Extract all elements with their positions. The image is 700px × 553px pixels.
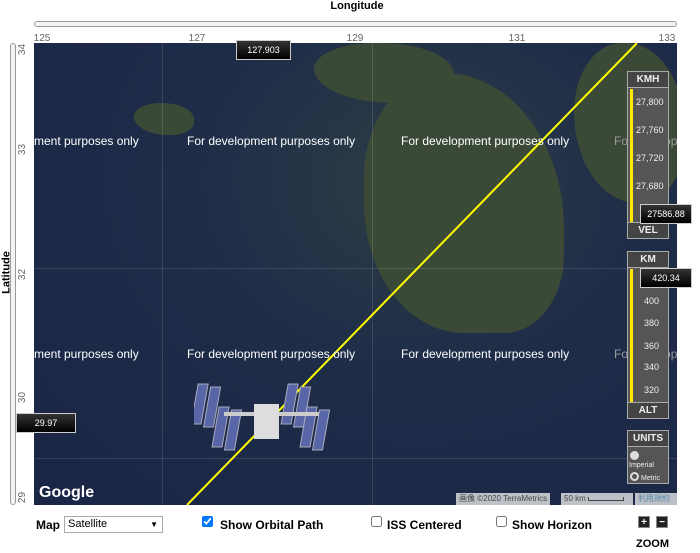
imperial-label: Imperial: [629, 462, 654, 469]
imperial-radio[interactable]: [630, 451, 639, 460]
velocity-pointer: 27586.88: [640, 204, 692, 224]
iss-icon[interactable]: [194, 379, 344, 459]
latitude-tick: 33: [17, 143, 29, 156]
altitude-tick: 380: [644, 318, 660, 328]
show-orbital-path-label: Show Orbital Path: [220, 518, 324, 532]
velocity-label: VEL: [628, 222, 668, 238]
map-type-value: Satellite: [68, 518, 108, 530]
altitude-tick: 340: [644, 362, 660, 372]
latitude-axis-title: Latitude: [0, 251, 13, 294]
metric-label: Metric: [641, 475, 661, 482]
show-horizon-label: Show Horizon: [512, 518, 592, 532]
map-type-select[interactable]: Satellite ▼: [64, 516, 163, 533]
map-type-label: Map: [36, 518, 60, 532]
latitude-tick: 34: [17, 43, 29, 56]
units-title: UNITS: [628, 431, 668, 447]
controls-bar: Map Satellite ▼ Show Orbital Path ISS Cen…: [0, 516, 700, 553]
zoom-out-button[interactable]: −: [656, 516, 668, 528]
altitude-tick: 360: [644, 341, 660, 351]
watermark: For development purposes only: [187, 134, 356, 148]
velocity-tick: 27,760: [636, 125, 664, 135]
metric-radio[interactable]: [630, 472, 639, 481]
iss-centered-checkbox[interactable]: [371, 516, 382, 527]
iss-centered-label: ISS Centered: [387, 518, 462, 532]
watermark: For development purposes only: [187, 347, 356, 361]
google-logo: Google: [39, 484, 95, 501]
watermark: For development purposes only: [401, 347, 570, 361]
altitude-tick: 400: [644, 296, 660, 306]
longitude-slider-handle[interactable]: 127.903: [236, 40, 291, 60]
altitude-unit: KM: [628, 252, 668, 268]
latitude-tick: 32: [17, 268, 29, 281]
satellite-map[interactable]: ment purposes only For development purpo…: [34, 43, 677, 505]
velocity-bar: [630, 89, 633, 224]
velocity-unit: KMH: [628, 72, 668, 88]
show-horizon-checkbox[interactable]: [496, 516, 507, 527]
scale-bar: [588, 497, 625, 501]
orbital-path: [186, 43, 638, 505]
velocity-tick: 27,800: [636, 97, 664, 107]
latitude-tick: 30: [17, 391, 29, 404]
watermark: ment purposes only: [34, 134, 139, 148]
altitude-tick: 320: [644, 385, 660, 395]
watermark: For development purposes only: [401, 134, 570, 148]
latitude-tick: 29: [17, 491, 29, 504]
units-panel: UNITS Imperial Metric: [627, 430, 669, 484]
longitude-slider[interactable]: [34, 21, 677, 27]
zoom-in-button[interactable]: +: [638, 516, 650, 528]
watermark: ment purposes only: [34, 347, 139, 361]
altitude-label: ALT: [628, 402, 668, 418]
altitude-pointer: 420.34: [640, 268, 692, 288]
chevron-down-icon: ▼: [150, 520, 158, 529]
latitude-slider-handle[interactable]: 29.97: [16, 413, 76, 433]
show-orbital-path-checkbox[interactable]: [202, 516, 213, 527]
altitude-bar: [630, 269, 633, 404]
zoom-label: ZOOM: [636, 538, 669, 550]
velocity-tick: 27,680: [636, 181, 664, 191]
velocity-tick: 27,720: [636, 153, 664, 163]
map-scale-label: 50 km: [564, 494, 586, 503]
longitude-axis-title: Longitude: [330, 0, 384, 12]
terms-link[interactable]: 利用規約: [635, 493, 677, 505]
map-scale: 50 km: [561, 493, 633, 505]
map-attribution: 画像 ©2020 TerraMetrics: [456, 493, 551, 505]
